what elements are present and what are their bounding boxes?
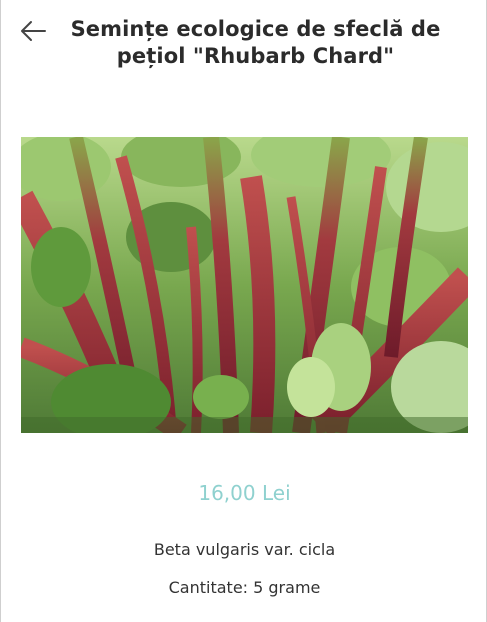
back-button[interactable] [17,17,49,49]
page-title: Semințe ecologice de sfeclă de pețiol "R… [70,17,441,68]
price: 16,00 Lei [198,481,291,505]
quantity: Cantitate: 5 grame [168,578,321,597]
arrow-left-icon [19,20,47,47]
product-page: Semințe ecologice de sfeclă de pețiol "R… [0,0,487,622]
product-photo [21,137,468,433]
latin-name: Beta vulgaris var. cicla [153,540,336,559]
header: Semințe ecologice de sfeclă de pețiol "R… [1,0,487,100]
product-image [21,137,468,433]
